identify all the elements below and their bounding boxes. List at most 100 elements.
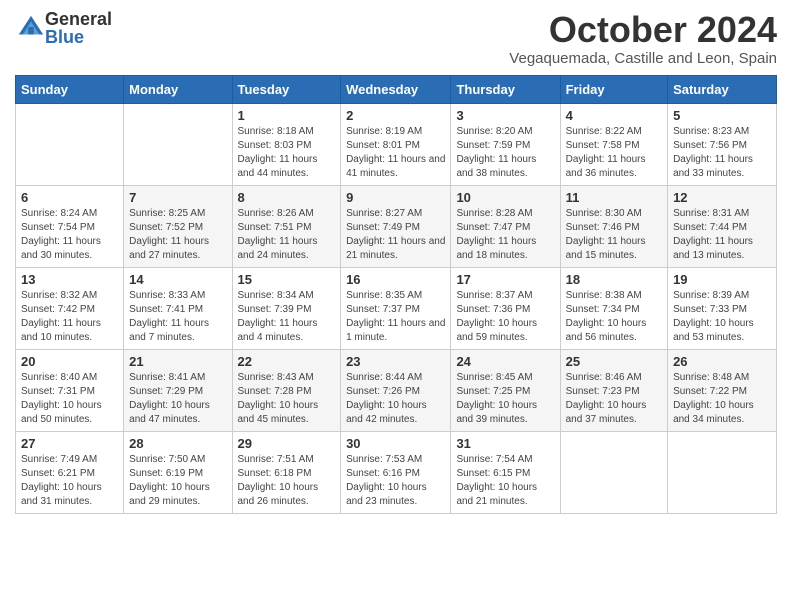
day-number: 21 <box>129 354 226 369</box>
day-info: Sunrise: 8:35 AMSunset: 7:37 PMDaylight:… <box>346 290 445 343</box>
table-row: 8 Sunrise: 8:26 AMSunset: 7:51 PMDayligh… <box>232 185 341 267</box>
day-info: Sunrise: 8:18 AMSunset: 8:03 PMDaylight:… <box>238 126 318 179</box>
day-info: Sunrise: 8:32 AMSunset: 7:42 PMDaylight:… <box>21 290 101 343</box>
day-number: 19 <box>673 272 771 287</box>
logo-general-text: General <box>45 10 112 28</box>
table-row: 12 Sunrise: 8:31 AMSunset: 7:44 PMDaylig… <box>668 185 777 267</box>
logo-text: General Blue <box>45 10 112 46</box>
table-row: 30 Sunrise: 7:53 AMSunset: 6:16 PMDaylig… <box>341 431 451 513</box>
day-info: Sunrise: 8:30 AMSunset: 7:46 PMDaylight:… <box>566 208 646 261</box>
day-info: Sunrise: 8:31 AMSunset: 7:44 PMDaylight:… <box>673 208 753 261</box>
calendar-week-row: 13 Sunrise: 8:32 AMSunset: 7:42 PMDaylig… <box>16 267 777 349</box>
day-info: Sunrise: 7:53 AMSunset: 6:16 PMDaylight:… <box>346 454 427 507</box>
table-row: 19 Sunrise: 8:39 AMSunset: 7:33 PMDaylig… <box>668 267 777 349</box>
table-row: 14 Sunrise: 8:33 AMSunset: 7:41 PMDaylig… <box>124 267 232 349</box>
calendar-week-row: 1 Sunrise: 8:18 AMSunset: 8:03 PMDayligh… <box>16 103 777 185</box>
table-row: 23 Sunrise: 8:44 AMSunset: 7:26 PMDaylig… <box>341 349 451 431</box>
day-number: 2 <box>346 108 445 123</box>
logo-blue-text: Blue <box>45 28 112 46</box>
title-block: October 2024 Vegaquemada, Castille and L… <box>509 10 777 67</box>
day-number: 7 <box>129 190 226 205</box>
table-row <box>560 431 667 513</box>
day-number: 20 <box>21 354 118 369</box>
table-row: 9 Sunrise: 8:27 AMSunset: 7:49 PMDayligh… <box>341 185 451 267</box>
header: General Blue October 2024 Vegaquemada, C… <box>15 10 777 67</box>
day-number: 8 <box>238 190 336 205</box>
table-row: 4 Sunrise: 8:22 AMSunset: 7:58 PMDayligh… <box>560 103 667 185</box>
day-info: Sunrise: 8:37 AMSunset: 7:36 PMDaylight:… <box>456 290 537 343</box>
table-row <box>16 103 124 185</box>
day-number: 28 <box>129 436 226 451</box>
table-row: 11 Sunrise: 8:30 AMSunset: 7:46 PMDaylig… <box>560 185 667 267</box>
col-thursday: Thursday <box>451 75 560 103</box>
col-friday: Friday <box>560 75 667 103</box>
day-info: Sunrise: 8:20 AMSunset: 7:59 PMDaylight:… <box>456 126 536 179</box>
table-row: 25 Sunrise: 8:46 AMSunset: 7:23 PMDaylig… <box>560 349 667 431</box>
col-tuesday: Tuesday <box>232 75 341 103</box>
day-info: Sunrise: 8:34 AMSunset: 7:39 PMDaylight:… <box>238 290 318 343</box>
logo: General Blue <box>15 10 112 46</box>
table-row: 16 Sunrise: 8:35 AMSunset: 7:37 PMDaylig… <box>341 267 451 349</box>
day-number: 5 <box>673 108 771 123</box>
table-row: 15 Sunrise: 8:34 AMSunset: 7:39 PMDaylig… <box>232 267 341 349</box>
page: General Blue October 2024 Vegaquemada, C… <box>0 0 792 529</box>
day-number: 12 <box>673 190 771 205</box>
day-number: 6 <box>21 190 118 205</box>
day-number: 26 <box>673 354 771 369</box>
calendar-week-row: 6 Sunrise: 8:24 AMSunset: 7:54 PMDayligh… <box>16 185 777 267</box>
table-row: 28 Sunrise: 7:50 AMSunset: 6:19 PMDaylig… <box>124 431 232 513</box>
table-row <box>668 431 777 513</box>
table-row: 17 Sunrise: 8:37 AMSunset: 7:36 PMDaylig… <box>451 267 560 349</box>
table-row: 5 Sunrise: 8:23 AMSunset: 7:56 PMDayligh… <box>668 103 777 185</box>
day-number: 14 <box>129 272 226 287</box>
calendar-week-row: 27 Sunrise: 7:49 AMSunset: 6:21 PMDaylig… <box>16 431 777 513</box>
day-info: Sunrise: 8:27 AMSunset: 7:49 PMDaylight:… <box>346 208 445 261</box>
day-number: 13 <box>21 272 118 287</box>
table-row: 24 Sunrise: 8:45 AMSunset: 7:25 PMDaylig… <box>451 349 560 431</box>
calendar-table: Sunday Monday Tuesday Wednesday Thursday… <box>15 75 777 514</box>
day-info: Sunrise: 8:23 AMSunset: 7:56 PMDaylight:… <box>673 126 753 179</box>
day-number: 11 <box>566 190 662 205</box>
day-number: 10 <box>456 190 554 205</box>
table-row: 22 Sunrise: 8:43 AMSunset: 7:28 PMDaylig… <box>232 349 341 431</box>
day-number: 1 <box>238 108 336 123</box>
day-info: Sunrise: 7:49 AMSunset: 6:21 PMDaylight:… <box>21 454 102 507</box>
col-wednesday: Wednesday <box>341 75 451 103</box>
table-row: 18 Sunrise: 8:38 AMSunset: 7:34 PMDaylig… <box>560 267 667 349</box>
day-info: Sunrise: 7:54 AMSunset: 6:15 PMDaylight:… <box>456 454 537 507</box>
table-row: 21 Sunrise: 8:41 AMSunset: 7:29 PMDaylig… <box>124 349 232 431</box>
day-number: 27 <box>21 436 118 451</box>
table-row: 27 Sunrise: 7:49 AMSunset: 6:21 PMDaylig… <box>16 431 124 513</box>
table-row <box>124 103 232 185</box>
table-row: 13 Sunrise: 8:32 AMSunset: 7:42 PMDaylig… <box>16 267 124 349</box>
day-number: 24 <box>456 354 554 369</box>
day-number: 9 <box>346 190 445 205</box>
day-info: Sunrise: 8:44 AMSunset: 7:26 PMDaylight:… <box>346 372 427 425</box>
day-number: 22 <box>238 354 336 369</box>
day-info: Sunrise: 8:41 AMSunset: 7:29 PMDaylight:… <box>129 372 210 425</box>
day-number: 25 <box>566 354 662 369</box>
day-info: Sunrise: 8:45 AMSunset: 7:25 PMDaylight:… <box>456 372 537 425</box>
day-info: Sunrise: 8:39 AMSunset: 7:33 PMDaylight:… <box>673 290 754 343</box>
day-number: 4 <box>566 108 662 123</box>
day-number: 23 <box>346 354 445 369</box>
day-number: 3 <box>456 108 554 123</box>
logo-icon <box>17 14 45 42</box>
calendar-week-row: 20 Sunrise: 8:40 AMSunset: 7:31 PMDaylig… <box>16 349 777 431</box>
day-info: Sunrise: 8:26 AMSunset: 7:51 PMDaylight:… <box>238 208 318 261</box>
day-info: Sunrise: 8:19 AMSunset: 8:01 PMDaylight:… <box>346 126 445 179</box>
col-monday: Monday <box>124 75 232 103</box>
table-row: 20 Sunrise: 8:40 AMSunset: 7:31 PMDaylig… <box>16 349 124 431</box>
table-row: 6 Sunrise: 8:24 AMSunset: 7:54 PMDayligh… <box>16 185 124 267</box>
day-info: Sunrise: 8:24 AMSunset: 7:54 PMDaylight:… <box>21 208 101 261</box>
table-row: 2 Sunrise: 8:19 AMSunset: 8:01 PMDayligh… <box>341 103 451 185</box>
day-number: 29 <box>238 436 336 451</box>
day-number: 30 <box>346 436 445 451</box>
table-row: 29 Sunrise: 7:51 AMSunset: 6:18 PMDaylig… <box>232 431 341 513</box>
col-sunday: Sunday <box>16 75 124 103</box>
col-saturday: Saturday <box>668 75 777 103</box>
day-number: 15 <box>238 272 336 287</box>
calendar-header-row: Sunday Monday Tuesday Wednesday Thursday… <box>16 75 777 103</box>
calendar-subtitle: Vegaquemada, Castille and Leon, Spain <box>509 50 777 67</box>
table-row: 3 Sunrise: 8:20 AMSunset: 7:59 PMDayligh… <box>451 103 560 185</box>
